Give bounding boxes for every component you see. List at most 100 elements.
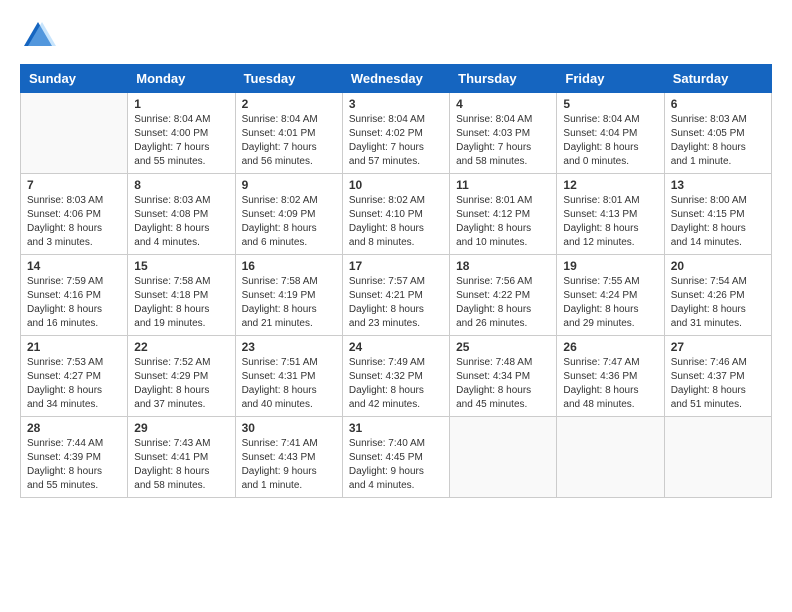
- calendar-cell: 2 Sunrise: 8:04 AMSunset: 4:01 PMDaylight…: [235, 93, 342, 174]
- day-number: 2: [242, 97, 336, 111]
- calendar-cell: 14 Sunrise: 7:59 AMSunset: 4:16 PMDayligh…: [21, 255, 128, 336]
- calendar-cell: 17 Sunrise: 7:57 AMSunset: 4:21 PMDayligh…: [342, 255, 449, 336]
- logo-icon: [20, 18, 56, 54]
- day-number: 16: [242, 259, 336, 273]
- calendar-cell: 12 Sunrise: 8:01 AMSunset: 4:13 PMDayligh…: [557, 174, 664, 255]
- day-info: Sunrise: 7:49 AMSunset: 4:32 PMDaylight:…: [349, 356, 443, 412]
- day-info: Sunrise: 7:46 AMSunset: 4:37 PMDaylight:…: [671, 356, 765, 412]
- calendar-cell: 28 Sunrise: 7:44 AMSunset: 4:39 PMDayligh…: [21, 417, 128, 498]
- calendar-cell: 13 Sunrise: 8:00 AMSunset: 4:15 PMDayligh…: [664, 174, 771, 255]
- calendar-cell: [450, 417, 557, 498]
- day-info: Sunrise: 8:01 AMSunset: 4:12 PMDaylight:…: [456, 194, 550, 250]
- day-info: Sunrise: 7:52 AMSunset: 4:29 PMDaylight:…: [134, 356, 228, 412]
- day-number: 28: [27, 421, 121, 435]
- day-info: Sunrise: 7:59 AMSunset: 4:16 PMDaylight:…: [27, 275, 121, 331]
- calendar-cell: 6 Sunrise: 8:03 AMSunset: 4:05 PMDaylight…: [664, 93, 771, 174]
- day-info: Sunrise: 7:57 AMSunset: 4:21 PMDaylight:…: [349, 275, 443, 331]
- calendar-cell: 19 Sunrise: 7:55 AMSunset: 4:24 PMDayligh…: [557, 255, 664, 336]
- day-number: 17: [349, 259, 443, 273]
- calendar-cell: 23Sunrise: 7:51 AMSunset: 4:31 PMDayligh…: [235, 336, 342, 417]
- day-info: Sunrise: 7:51 AMSunset: 4:31 PMDaylight:…: [242, 356, 336, 412]
- day-number: 9: [242, 178, 336, 192]
- day-info: Sunrise: 7:56 AMSunset: 4:22 PMDaylight:…: [456, 275, 550, 331]
- logo: [20, 18, 60, 54]
- calendar-cell: 11 Sunrise: 8:01 AMSunset: 4:12 PMDayligh…: [450, 174, 557, 255]
- day-info: Sunrise: 7:58 AMSunset: 4:18 PMDaylight:…: [134, 275, 228, 331]
- calendar-week-row: 1 Sunrise: 8:04 AMSunset: 4:00 PMDaylight…: [21, 93, 772, 174]
- day-info: Sunrise: 8:03 AMSunset: 4:05 PMDaylight:…: [671, 113, 765, 169]
- day-info: Sunrise: 8:03 AMSunset: 4:06 PMDaylight:…: [27, 194, 121, 250]
- day-number: 13: [671, 178, 765, 192]
- day-header-thursday: Thursday: [450, 65, 557, 93]
- calendar-cell: [664, 417, 771, 498]
- calendar-cell: 3 Sunrise: 8:04 AMSunset: 4:02 PMDaylight…: [342, 93, 449, 174]
- day-number: 14: [27, 259, 121, 273]
- day-info: Sunrise: 7:48 AMSunset: 4:34 PMDaylight:…: [456, 356, 550, 412]
- calendar-cell: [21, 93, 128, 174]
- day-number: 19: [563, 259, 657, 273]
- calendar-cell: 1 Sunrise: 8:04 AMSunset: 4:00 PMDaylight…: [128, 93, 235, 174]
- day-number: 25: [456, 340, 550, 354]
- day-number: 21: [27, 340, 121, 354]
- day-info: Sunrise: 8:04 AMSunset: 4:03 PMDaylight:…: [456, 113, 550, 169]
- calendar-cell: 9Sunrise: 8:02 AMSunset: 4:09 PMDaylight…: [235, 174, 342, 255]
- day-info: Sunrise: 8:04 AMSunset: 4:01 PMDaylight:…: [242, 113, 336, 169]
- day-number: 7: [27, 178, 121, 192]
- calendar-cell: 20 Sunrise: 7:54 AMSunset: 4:26 PMDayligh…: [664, 255, 771, 336]
- calendar-cell: 7 Sunrise: 8:03 AMSunset: 4:06 PMDaylight…: [21, 174, 128, 255]
- day-number: 1: [134, 97, 228, 111]
- calendar-cell: 30Sunrise: 7:41 AMSunset: 4:43 PMDayligh…: [235, 417, 342, 498]
- day-header-friday: Friday: [557, 65, 664, 93]
- day-number: 11: [456, 178, 550, 192]
- page: SundayMondayTuesdayWednesdayThursdayFrid…: [0, 0, 792, 508]
- day-number: 4: [456, 97, 550, 111]
- calendar-week-row: 21 Sunrise: 7:53 AMSunset: 4:27 PMDayligh…: [21, 336, 772, 417]
- day-info: Sunrise: 7:55 AMSunset: 4:24 PMDaylight:…: [563, 275, 657, 331]
- calendar-cell: 16 Sunrise: 7:58 AMSunset: 4:19 PMDayligh…: [235, 255, 342, 336]
- calendar-cell: 8Sunrise: 8:03 AMSunset: 4:08 PMDaylight…: [128, 174, 235, 255]
- day-number: 12: [563, 178, 657, 192]
- day-info: Sunrise: 8:04 AMSunset: 4:02 PMDaylight:…: [349, 113, 443, 169]
- calendar-week-row: 7 Sunrise: 8:03 AMSunset: 4:06 PMDaylight…: [21, 174, 772, 255]
- calendar-table: SundayMondayTuesdayWednesdayThursdayFrid…: [20, 64, 772, 498]
- day-number: 24: [349, 340, 443, 354]
- calendar-cell: 10Sunrise: 8:02 AMSunset: 4:10 PMDayligh…: [342, 174, 449, 255]
- calendar-header-row: SundayMondayTuesdayWednesdayThursdayFrid…: [21, 65, 772, 93]
- day-info: Sunrise: 8:04 AMSunset: 4:04 PMDaylight:…: [563, 113, 657, 169]
- day-number: 18: [456, 259, 550, 273]
- day-header-sunday: Sunday: [21, 65, 128, 93]
- calendar-cell: 31Sunrise: 7:40 AMSunset: 4:45 PMDayligh…: [342, 417, 449, 498]
- day-number: 22: [134, 340, 228, 354]
- day-number: 20: [671, 259, 765, 273]
- calendar-cell: 26Sunrise: 7:47 AMSunset: 4:36 PMDayligh…: [557, 336, 664, 417]
- day-info: Sunrise: 8:01 AMSunset: 4:13 PMDaylight:…: [563, 194, 657, 250]
- calendar-cell: 24 Sunrise: 7:49 AMSunset: 4:32 PMDayligh…: [342, 336, 449, 417]
- day-info: Sunrise: 7:47 AMSunset: 4:36 PMDaylight:…: [563, 356, 657, 412]
- day-info: Sunrise: 8:03 AMSunset: 4:08 PMDaylight:…: [134, 194, 228, 250]
- calendar-cell: [557, 417, 664, 498]
- calendar-cell: 5 Sunrise: 8:04 AMSunset: 4:04 PMDaylight…: [557, 93, 664, 174]
- day-header-wednesday: Wednesday: [342, 65, 449, 93]
- day-number: 6: [671, 97, 765, 111]
- day-number: 5: [563, 97, 657, 111]
- day-info: Sunrise: 7:58 AMSunset: 4:19 PMDaylight:…: [242, 275, 336, 331]
- day-info: Sunrise: 8:00 AMSunset: 4:15 PMDaylight:…: [671, 194, 765, 250]
- day-info: Sunrise: 7:54 AMSunset: 4:26 PMDaylight:…: [671, 275, 765, 331]
- day-info: Sunrise: 8:04 AMSunset: 4:00 PMDaylight:…: [134, 113, 228, 169]
- day-info: Sunrise: 7:44 AMSunset: 4:39 PMDaylight:…: [27, 437, 121, 493]
- calendar-week-row: 14 Sunrise: 7:59 AMSunset: 4:16 PMDayligh…: [21, 255, 772, 336]
- day-header-saturday: Saturday: [664, 65, 771, 93]
- calendar-week-row: 28 Sunrise: 7:44 AMSunset: 4:39 PMDayligh…: [21, 417, 772, 498]
- day-number: 29: [134, 421, 228, 435]
- day-info: Sunrise: 7:40 AMSunset: 4:45 PMDaylight:…: [349, 437, 443, 493]
- day-number: 3: [349, 97, 443, 111]
- day-number: 27: [671, 340, 765, 354]
- day-info: Sunrise: 7:53 AMSunset: 4:27 PMDaylight:…: [27, 356, 121, 412]
- day-info: Sunrise: 7:41 AMSunset: 4:43 PMDaylight:…: [242, 437, 336, 493]
- calendar-cell: 22 Sunrise: 7:52 AMSunset: 4:29 PMDayligh…: [128, 336, 235, 417]
- calendar-cell: 18 Sunrise: 7:56 AMSunset: 4:22 PMDayligh…: [450, 255, 557, 336]
- calendar-cell: 27 Sunrise: 7:46 AMSunset: 4:37 PMDayligh…: [664, 336, 771, 417]
- calendar-cell: 21 Sunrise: 7:53 AMSunset: 4:27 PMDayligh…: [21, 336, 128, 417]
- day-number: 10: [349, 178, 443, 192]
- day-header-monday: Monday: [128, 65, 235, 93]
